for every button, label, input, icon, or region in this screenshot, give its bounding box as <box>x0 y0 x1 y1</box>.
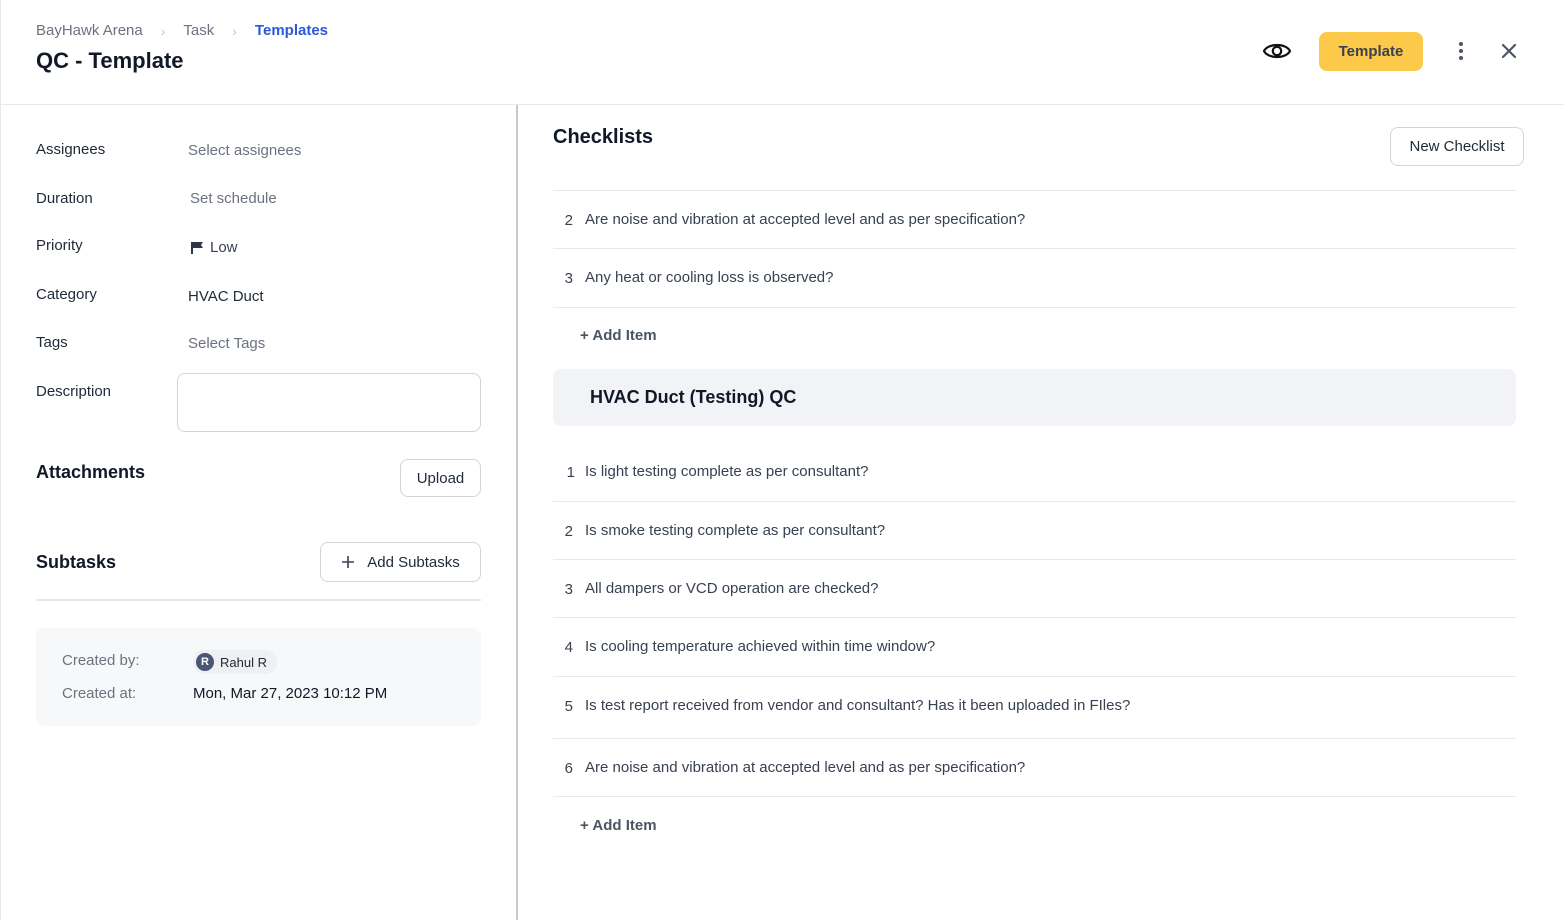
item-text: Is test report received from vendor and … <box>585 697 1131 714</box>
checklist-group-header[interactable]: HVAC Duct (Testing) QC <box>553 369 1516 426</box>
close-icon <box>1501 43 1517 59</box>
item-text: Any heat or cooling loss is observed? <box>585 269 834 286</box>
priority-value: Low <box>210 239 238 256</box>
description-label: Description <box>36 383 112 400</box>
tags-select[interactable]: Select Tags <box>188 335 265 352</box>
breadcrumb-templates[interactable]: Templates <box>255 22 328 39</box>
chevron-right-icon: › <box>160 22 166 39</box>
checklist-item[interactable]: 6 Are noise and vibration at accepted le… <box>553 757 1516 779</box>
divider <box>553 559 1516 560</box>
item-number: 2 <box>564 211 573 229</box>
divider <box>553 190 1516 191</box>
checklist-item[interactable]: 1 Is light testing complete as per consu… <box>553 461 1516 483</box>
item-text: Is smoke testing complete as per consult… <box>585 522 886 539</box>
created-at-value: Mon, Mar 27, 2023 10:12 PM <box>193 685 388 702</box>
assignees-select[interactable]: Select assignees <box>188 142 301 159</box>
assignees-label: Assignees <box>36 141 106 158</box>
item-number: 3 <box>564 580 573 598</box>
duration-label: Duration <box>36 190 93 207</box>
divider <box>553 617 1516 618</box>
attachments-title: Attachments <box>36 462 146 482</box>
item-text: Are noise and vibration at accepted leve… <box>585 759 1026 776</box>
add-subtasks-button[interactable]: Add Subtasks <box>320 542 481 582</box>
checklist-item[interactable]: 3 Any heat or cooling loss is observed? <box>553 267 1516 289</box>
breadcrumb: BayHawk Arena › Task › Templates <box>36 22 328 39</box>
plus-icon <box>342 556 355 568</box>
task-details-panel <box>0 105 516 920</box>
description-input[interactable] <box>177 373 481 432</box>
created-by-label: Created by: <box>62 652 140 669</box>
avatar: R <box>196 653 214 671</box>
divider <box>553 676 1516 677</box>
item-number: 1 <box>566 463 575 481</box>
divider <box>36 599 481 601</box>
add-item-button[interactable]: + Add Item <box>580 817 657 834</box>
add-item-button[interactable]: + Add Item <box>580 327 657 344</box>
created-info-card: Created by: R Rahul R Created at: Mon, M… <box>36 628 481 726</box>
category-label: Category <box>36 286 97 303</box>
checklist-item[interactable]: 5 Is test report received from vendor an… <box>553 684 1516 728</box>
user-chip[interactable]: R Rahul R <box>193 650 277 674</box>
item-number: 3 <box>564 269 573 287</box>
divider <box>553 307 1516 308</box>
checklist-item[interactable]: 4 Is cooling temperature achieved within… <box>553 636 1516 658</box>
priority-label: Priority <box>36 237 83 254</box>
template-button[interactable]: Template <box>1319 32 1423 71</box>
divider <box>553 738 1516 739</box>
add-subtasks-label: Add Subtasks <box>367 553 460 571</box>
item-number: 5 <box>564 697 573 715</box>
breadcrumb-task[interactable]: Task <box>183 22 214 39</box>
checklist-item[interactable]: 3 All dampers or VCD operation are check… <box>553 578 1516 600</box>
checklist-item[interactable]: 2 Are noise and vibration at accepted le… <box>553 209 1516 231</box>
item-text: All dampers or VCD operation are checked… <box>585 580 879 597</box>
new-checklist-button[interactable]: New Checklist <box>1390 127 1524 166</box>
checklists-panel: Checklists New Checklist 2 Are noise and… <box>518 105 1564 920</box>
tags-label: Tags <box>36 334 68 351</box>
close-button[interactable] <box>1497 38 1521 64</box>
item-text: Is light testing complete as per consult… <box>585 463 869 480</box>
item-number: 6 <box>564 759 573 777</box>
divider <box>553 501 1516 502</box>
upload-button[interactable]: Upload <box>400 459 481 497</box>
checklist-group-title: HVAC Duct (Testing) QC <box>590 387 797 407</box>
eye-icon <box>1262 43 1292 59</box>
created-at-label: Created at: <box>62 685 137 702</box>
more-options-button[interactable] <box>1450 38 1472 64</box>
checklists-title: Checklists <box>553 126 654 148</box>
page-header: BayHawk Arena › Task › Templates QC - Te… <box>0 0 1564 105</box>
divider <box>553 796 1516 797</box>
category-select[interactable]: HVAC Duct <box>188 288 264 305</box>
more-vertical-icon <box>1459 42 1463 60</box>
item-text: Is cooling temperature achieved within t… <box>585 638 936 655</box>
item-text: Are noise and vibration at accepted leve… <box>585 211 1026 228</box>
chevron-right-icon: › <box>232 22 237 39</box>
subtasks-title: Subtasks <box>36 552 117 572</box>
checklist-item[interactable]: 2 Is smoke testing complete as per consu… <box>553 520 1516 542</box>
item-number: 4 <box>564 638 573 656</box>
flag-icon <box>191 241 203 254</box>
duration-select[interactable]: Set schedule <box>190 190 277 207</box>
preview-button[interactable] <box>1261 36 1293 66</box>
divider <box>553 248 1516 249</box>
page-title: QC - Template <box>36 48 184 73</box>
user-name: Rahul R <box>220 654 267 670</box>
priority-select[interactable]: Low <box>191 239 238 256</box>
breadcrumb-project[interactable]: BayHawk Arena <box>36 22 143 39</box>
item-number: 2 <box>564 522 573 540</box>
